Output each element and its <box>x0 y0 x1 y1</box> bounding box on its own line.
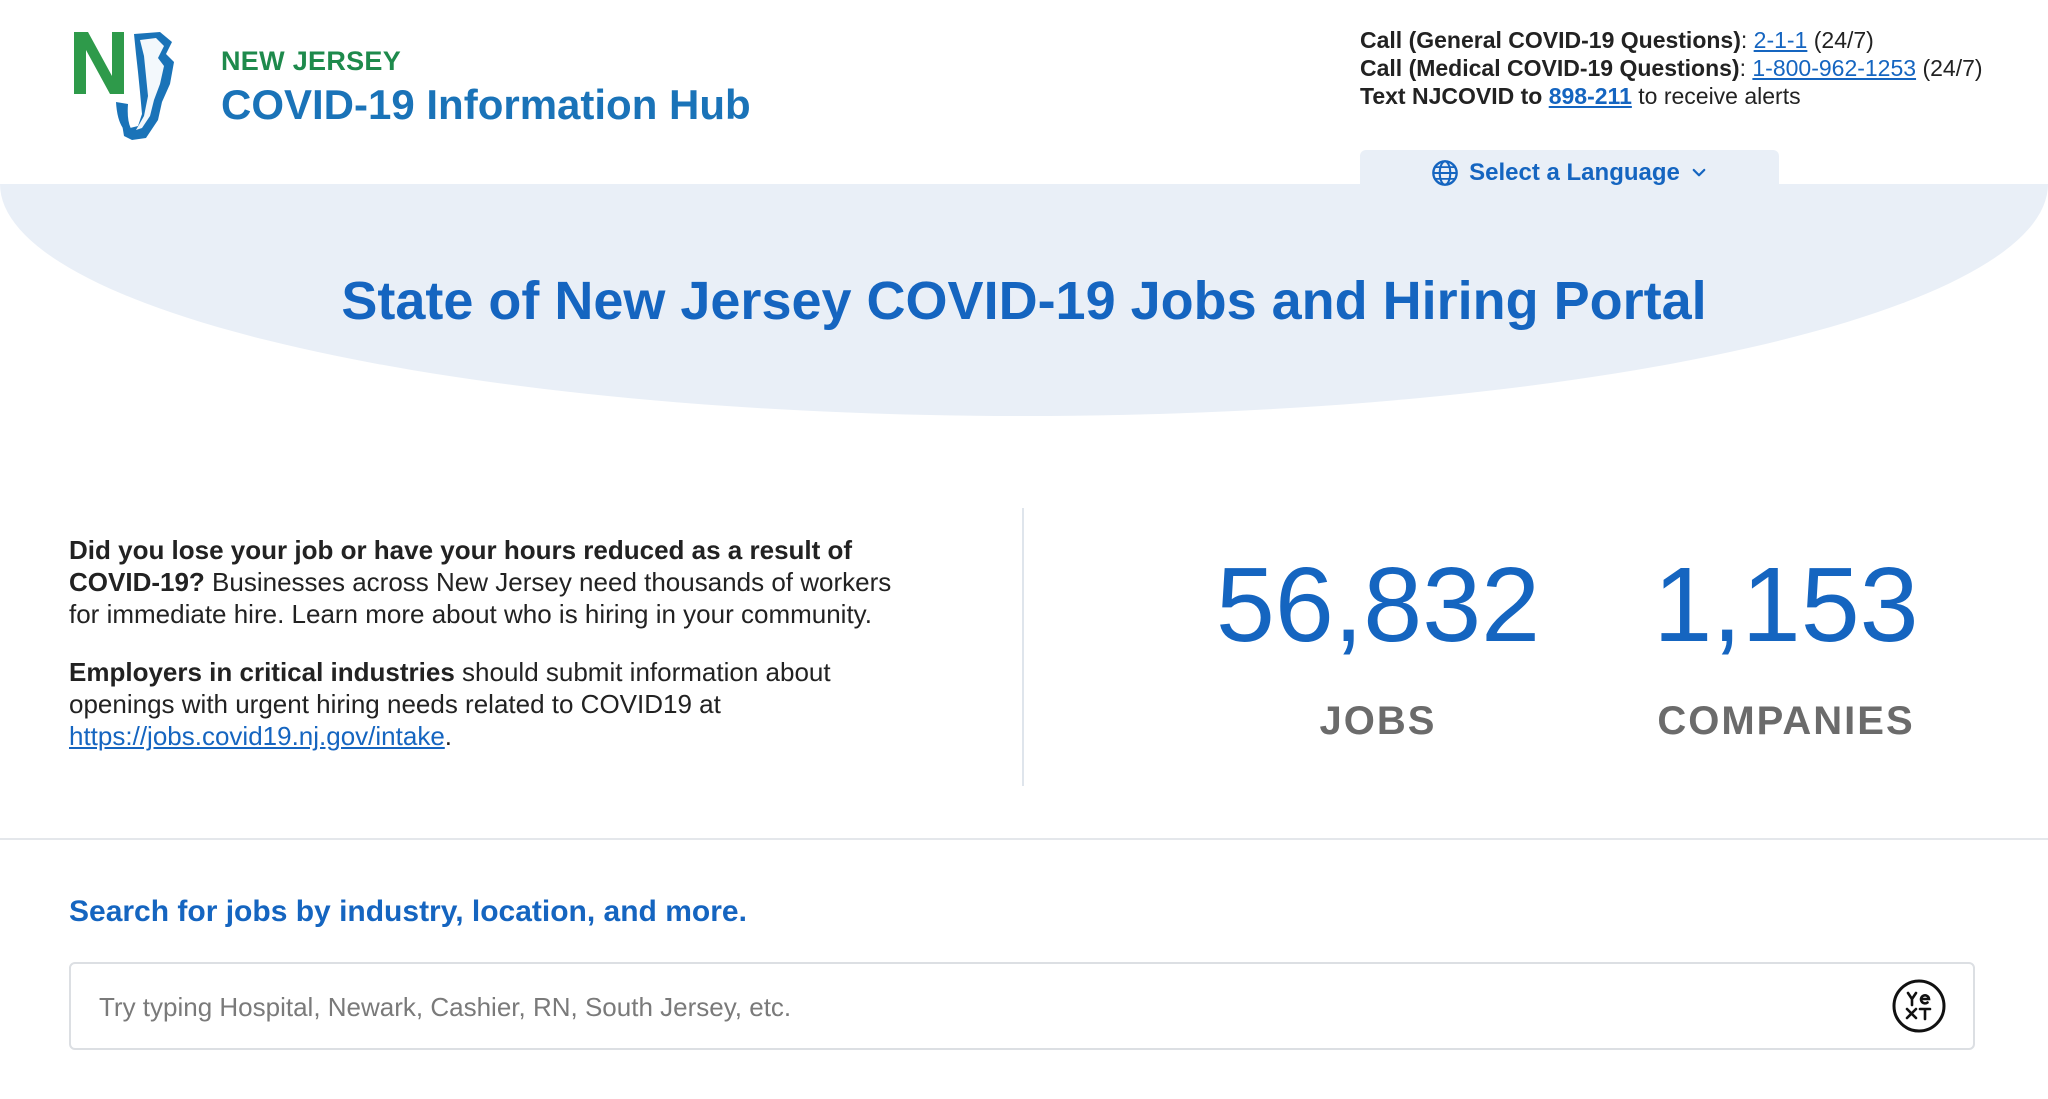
contact-general-hours: (24/7) <box>1813 27 1874 53</box>
contact-medical-hours: (24/7) <box>1922 55 1983 81</box>
companies-count: 1,153 <box>1653 546 1919 664</box>
contact-text-line: Text NJCOVID to 898-211 to receive alert… <box>1360 82 1983 110</box>
stats-divider <box>1022 508 1024 786</box>
hero-banner: State of New Jersey COVID-19 Jobs and Hi… <box>0 184 2048 416</box>
section-divider <box>0 838 2048 840</box>
intro-employers-bold: Employers in critical industries <box>69 657 455 687</box>
page-title: State of New Jersey COVID-19 Jobs and Hi… <box>341 271 1707 331</box>
companies-label: COMPANIES <box>1657 699 1915 743</box>
intro-paragraph-employers: Employers in critical industries should … <box>69 656 899 752</box>
chevron-down-icon <box>1692 168 1706 177</box>
search-input[interactable] <box>97 964 1861 1050</box>
search-box[interactable] <box>69 962 1975 1050</box>
contact-text-suffix: to receive alerts <box>1638 83 1801 109</box>
contact-medical-number-link[interactable]: 1-800-962-1253 <box>1752 55 1916 81</box>
yext-logo-icon[interactable] <box>1891 978 1947 1034</box>
contact-medical-label: Call (Medical COVID-19 Questions) <box>1360 55 1740 81</box>
language-select-label: Select a Language <box>1469 159 1680 186</box>
brand-block[interactable]: NEW JERSEY COVID-19 Information Hub <box>221 46 751 130</box>
jobs-count: 56,832 <box>1215 546 1541 664</box>
contact-general-line: Call (General COVID-19 Questions): 2-1-1… <box>1360 27 1874 53</box>
contact-text-label: Text NJCOVID to <box>1360 83 1543 109</box>
intro-paragraph-job-loss: Did you lose your job or have your hours… <box>69 534 899 630</box>
brand-title: COVID-19 Information Hub <box>221 81 751 128</box>
brand-state: NEW JERSEY <box>221 46 402 76</box>
contact-info: Call (General COVID-19 Questions): 2-1-1… <box>1360 26 1983 110</box>
jobs-stat: 56,832 JOBS <box>1208 548 1548 744</box>
contact-general-label: Call (General COVID-19 Questions) <box>1360 27 1741 53</box>
intake-link[interactable]: https://jobs.covid19.nj.gov/intake <box>69 721 445 751</box>
intro-text: Did you lose your job or have your hours… <box>69 534 899 778</box>
search-heading: Search for jobs by industry, location, a… <box>69 895 747 928</box>
contact-general-number-link[interactable]: 2-1-1 <box>1754 27 1808 53</box>
intro-employers-end: . <box>444 721 453 751</box>
globe-icon <box>1432 160 1458 186</box>
language-select-button[interactable]: Select a Language <box>1360 150 1779 196</box>
jobs-label: JOBS <box>1319 699 1437 743</box>
contact-medical-line: Call (Medical COVID-19 Questions): 1-800… <box>1360 55 1983 81</box>
nj-logo-icon[interactable] <box>74 32 178 140</box>
companies-stat: 1,153 COMPANIES <box>1636 548 1936 744</box>
contact-text-number-link[interactable]: 898-211 <box>1549 83 1632 109</box>
